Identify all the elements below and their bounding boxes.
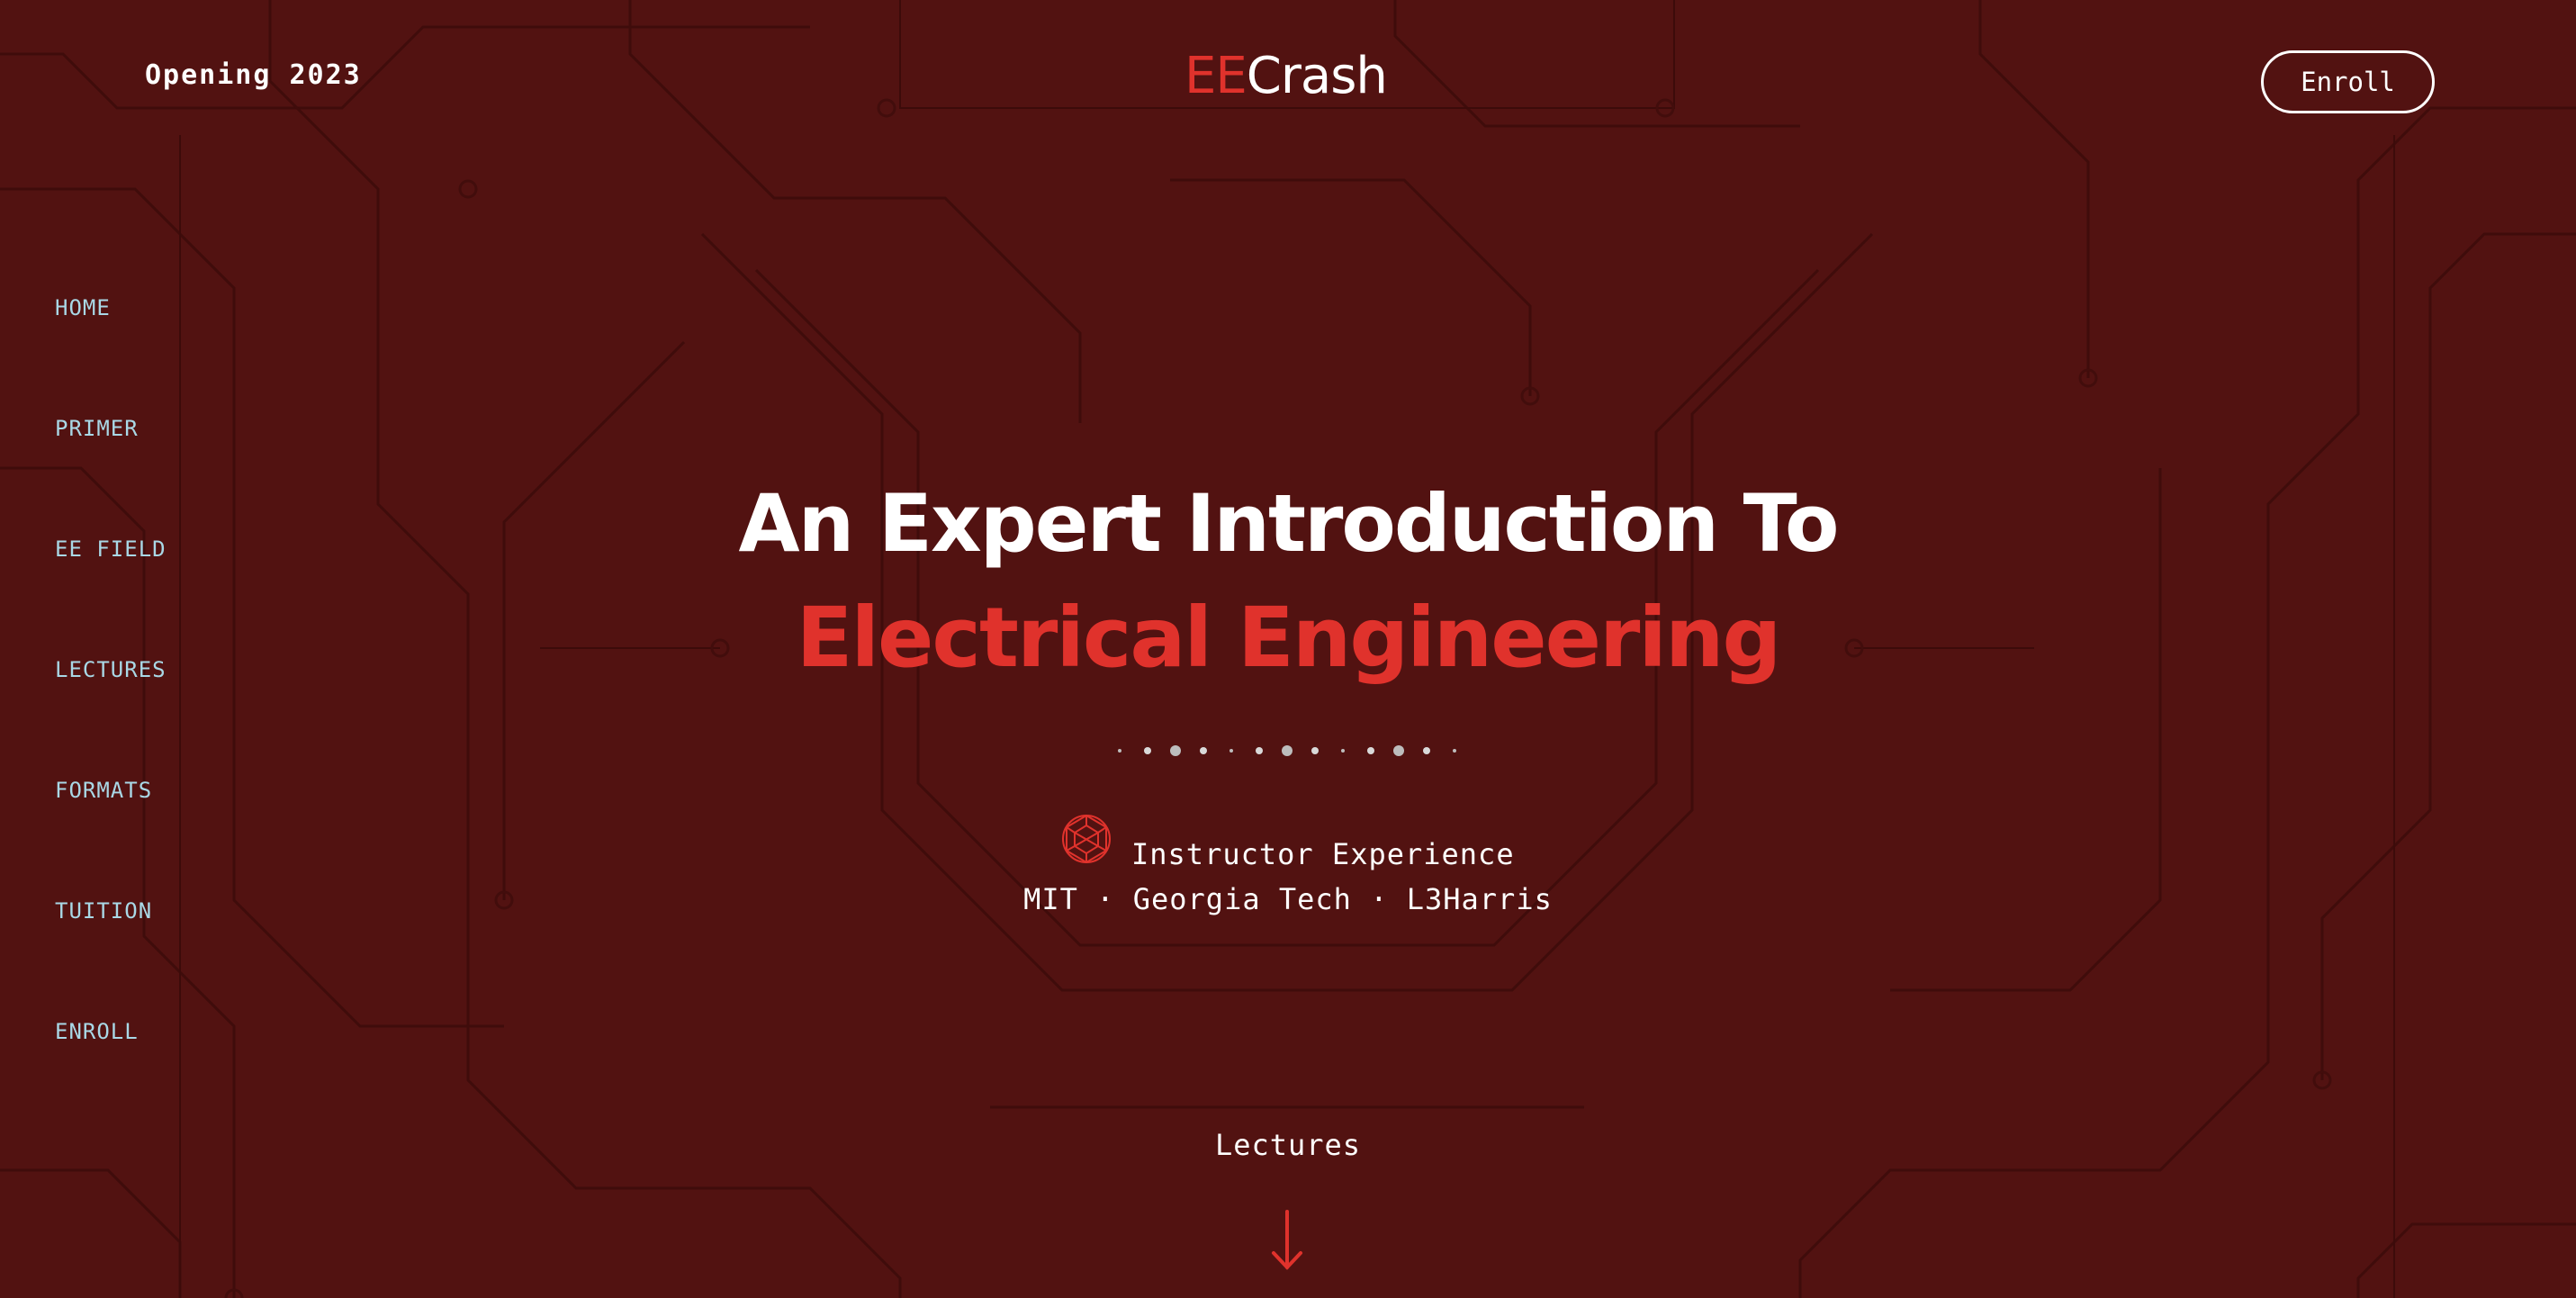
scroll-lectures-link[interactable]: Lectures — [0, 1128, 2576, 1162]
geodesic-sphere-icon — [1062, 814, 1111, 864]
enroll-button[interactable]: Enroll — [2261, 50, 2435, 113]
nav-item-enroll[interactable]: ENROLL — [55, 1005, 167, 1125]
arrow-down-icon[interactable] — [1269, 1208, 1305, 1273]
divider-dot — [1144, 747, 1151, 754]
divider-dot — [1229, 749, 1233, 753]
divider-dot — [1282, 745, 1293, 756]
opening-tagline: Opening 2023 — [145, 59, 362, 91]
divider-dot — [1453, 749, 1456, 753]
divider-dot — [1393, 745, 1404, 756]
nav-item-home[interactable]: HOME — [55, 281, 167, 401]
instructor-experience-title: Instructor Experience — [1131, 837, 1515, 871]
divider-dot — [1256, 747, 1263, 754]
hero-title-line2: Electrical Engineering — [796, 590, 1782, 686]
site-logo[interactable]: EECrash — [1184, 47, 1388, 105]
side-navigation: HOME PRIMER EE FIELD LECTURES FORMATS TU… — [55, 281, 167, 1125]
divider-dot — [1341, 749, 1345, 753]
divider-dot — [1311, 747, 1319, 754]
divider-dot — [1170, 745, 1181, 756]
nav-item-formats[interactable]: FORMATS — [55, 763, 167, 884]
hero-title-line1: An Expert Introduction To — [738, 477, 1840, 570]
logo-ee: EE — [1184, 47, 1247, 105]
divider-dot — [1118, 749, 1121, 753]
instructor-experience-schools: MIT · Georgia Tech · L3Harris — [1023, 882, 1553, 916]
divider-dot — [1367, 747, 1374, 754]
divider-dot — [1200, 747, 1207, 754]
dots-divider — [1118, 745, 1456, 756]
divider-dot — [1423, 747, 1430, 754]
logo-crash: Crash — [1246, 47, 1388, 105]
